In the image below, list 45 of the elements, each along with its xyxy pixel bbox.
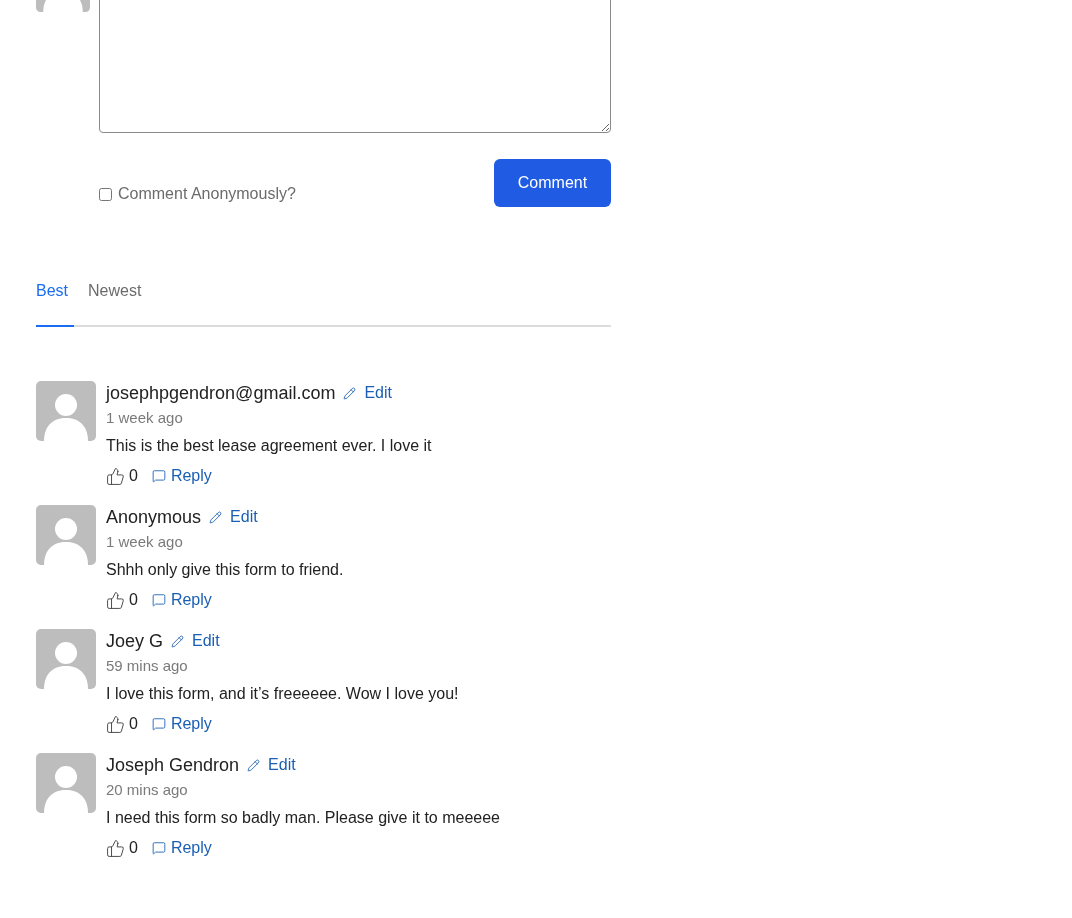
thumbs-up-icon[interactable] bbox=[106, 590, 125, 610]
pencil-icon bbox=[209, 510, 223, 524]
reply-link[interactable]: Reply bbox=[151, 588, 212, 612]
comment-body: Shhh only give this form to friend. bbox=[106, 560, 344, 580]
thumbs-up-icon[interactable] bbox=[106, 466, 125, 486]
comment-button[interactable]: Comment bbox=[494, 159, 611, 207]
like-count: 0 bbox=[129, 838, 138, 858]
comment-author: Anonymous bbox=[106, 506, 202, 529]
comment-author: Joseph Gendron bbox=[106, 754, 240, 777]
avatar-icon bbox=[36, 629, 96, 689]
edit-link[interactable]: Edit bbox=[247, 753, 296, 777]
speech-bubble-icon bbox=[151, 717, 166, 731]
like-count: 0 bbox=[129, 590, 138, 610]
comment-time: 59 mins ago bbox=[106, 656, 189, 676]
like-count: 0 bbox=[129, 714, 138, 734]
edit-link[interactable]: Edit bbox=[171, 629, 220, 653]
thumbs-up-icon[interactable] bbox=[106, 714, 125, 734]
comment-author: Joey G bbox=[106, 630, 164, 653]
speech-bubble-icon bbox=[151, 593, 166, 607]
avatar-icon bbox=[36, 505, 96, 565]
comment-author: josephpgendron@gmail.com bbox=[106, 382, 336, 405]
anonymous-checkbox[interactable] bbox=[99, 187, 112, 201]
reply-link[interactable]: Reply bbox=[151, 712, 212, 736]
speech-bubble-icon bbox=[151, 469, 166, 483]
comment-time: 20 mins ago bbox=[106, 780, 189, 800]
avatar-icon bbox=[36, 753, 96, 813]
pencil-icon bbox=[171, 634, 185, 648]
checkbox-label: Comment Anonymously? bbox=[118, 184, 296, 204]
sort-tab[interactable]: Newest bbox=[88, 279, 142, 327]
reply-link[interactable]: Reply bbox=[151, 464, 212, 488]
avatar-icon bbox=[36, 381, 96, 441]
thumbs-up-icon[interactable] bbox=[106, 838, 125, 858]
comment-time: 1 week ago bbox=[106, 408, 184, 428]
comment-time: 1 week ago bbox=[106, 532, 184, 552]
like-count: 0 bbox=[129, 466, 138, 486]
reply-link[interactable]: Reply bbox=[151, 836, 212, 860]
comment-body: This is the best lease agreement ever. I love it bbox=[106, 436, 432, 456]
comment-body: I love this form, and it’s freeeeee. Wow I love you! bbox=[106, 684, 459, 704]
pencil-icon bbox=[247, 758, 261, 772]
sort-tab[interactable]: Best bbox=[36, 279, 74, 327]
speech-bubble-icon bbox=[151, 841, 166, 855]
comment-body: I need this form so badly man. Please give it to meeeee bbox=[106, 808, 500, 828]
edit-link[interactable]: Edit bbox=[343, 381, 392, 405]
edit-link[interactable]: Edit bbox=[209, 505, 258, 529]
pencil-icon bbox=[343, 386, 357, 400]
